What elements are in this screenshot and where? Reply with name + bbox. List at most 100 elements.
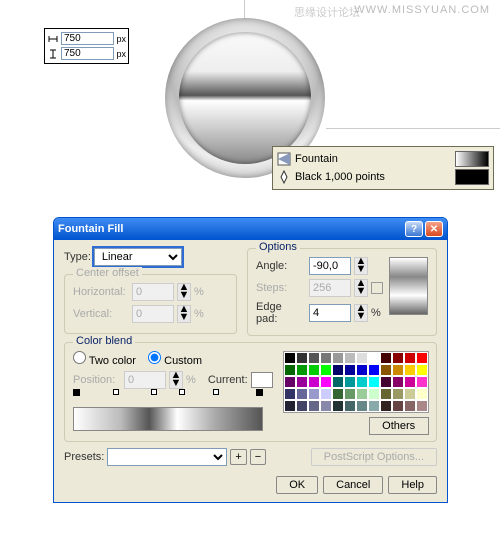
palette-swatch[interactable] — [404, 364, 416, 376]
object-info-tooltip: Fountain Black 1,000 points — [272, 146, 494, 190]
palette-swatch[interactable] — [356, 376, 368, 388]
height-unit: px — [116, 49, 126, 59]
palette-swatch[interactable] — [356, 388, 368, 400]
edgepad-spinner[interactable]: ▲▼ — [354, 304, 368, 322]
postscript-button: PostScript Options... — [311, 448, 437, 466]
palette-swatch[interactable] — [320, 400, 332, 412]
palette-swatch[interactable] — [296, 400, 308, 412]
palette-swatch[interactable] — [344, 364, 356, 376]
palette-swatch[interactable] — [380, 364, 392, 376]
palette-swatch[interactable] — [380, 352, 392, 364]
palette-swatch[interactable] — [404, 388, 416, 400]
dialog-titlebar[interactable]: Fountain Fill ? ✕ — [54, 218, 447, 240]
height-value: 750 — [61, 47, 114, 60]
gradient-preview — [389, 257, 428, 315]
palette-swatch[interactable] — [392, 388, 404, 400]
palette-swatch[interactable] — [368, 376, 380, 388]
palette-swatch[interactable] — [368, 352, 380, 364]
help-button[interactable]: ? — [405, 221, 423, 237]
twocolor-radio[interactable]: Two color — [73, 351, 136, 367]
palette-swatch[interactable] — [356, 352, 368, 364]
palette-swatch[interactable] — [320, 352, 332, 364]
height-icon — [47, 48, 59, 60]
palette-swatch[interactable] — [332, 364, 344, 376]
dimension-popup: 750 px 750 px — [44, 28, 129, 64]
watermark-cn: 思缘设计论坛 — [294, 4, 360, 20]
palette-swatch[interactable] — [296, 376, 308, 388]
palette-swatch[interactable] — [332, 352, 344, 364]
angle-input[interactable] — [309, 257, 351, 275]
palette-swatch[interactable] — [380, 376, 392, 388]
preset-remove-button[interactable]: − — [250, 449, 266, 465]
palette-swatch[interactable] — [308, 400, 320, 412]
gradient-editor[interactable] — [73, 407, 263, 431]
outline-text: Black 1,000 points — [295, 171, 451, 183]
palette-swatch[interactable] — [320, 376, 332, 388]
palette-swatch[interactable] — [416, 400, 428, 412]
palette-swatch[interactable] — [320, 364, 332, 376]
palette-swatch[interactable] — [332, 388, 344, 400]
edgepad-input[interactable] — [309, 304, 351, 322]
help-dialog-button[interactable]: Help — [388, 476, 437, 494]
custom-radio[interactable]: Custom — [148, 351, 202, 367]
metal-button-inner — [179, 32, 311, 164]
steps-spinner: ▲▼ — [354, 279, 368, 297]
palette-swatch[interactable] — [284, 388, 296, 400]
current-color-swatch[interactable] — [251, 372, 273, 388]
close-button[interactable]: ✕ — [425, 221, 443, 237]
palette-swatch[interactable] — [284, 400, 296, 412]
palette-swatch[interactable] — [296, 352, 308, 364]
presets-select[interactable] — [107, 448, 227, 466]
palette-swatch[interactable] — [308, 388, 320, 400]
pos-percent: % — [186, 374, 196, 386]
cancel-button[interactable]: Cancel — [323, 476, 383, 494]
palette-swatch[interactable] — [308, 352, 320, 364]
palette-swatch[interactable] — [344, 352, 356, 364]
palette-swatch[interactable] — [404, 352, 416, 364]
color-palette[interactable] — [283, 351, 429, 413]
lock-icon[interactable] — [371, 282, 383, 294]
width-icon — [47, 33, 59, 45]
palette-swatch[interactable] — [368, 388, 380, 400]
palette-swatch[interactable] — [344, 388, 356, 400]
palette-swatch[interactable] — [416, 376, 428, 388]
gradient-handles[interactable] — [73, 393, 263, 401]
palette-swatch[interactable] — [320, 388, 332, 400]
palette-swatch[interactable] — [284, 352, 296, 364]
palette-swatch[interactable] — [392, 400, 404, 412]
palette-swatch[interactable] — [296, 388, 308, 400]
palette-swatch[interactable] — [416, 388, 428, 400]
palette-swatch[interactable] — [404, 400, 416, 412]
palette-swatch[interactable] — [368, 364, 380, 376]
angle-spinner[interactable]: ▲▼ — [354, 257, 368, 275]
ok-button[interactable]: OK — [276, 476, 318, 494]
others-button[interactable]: Others — [369, 417, 429, 435]
palette-swatch[interactable] — [356, 364, 368, 376]
palette-swatch[interactable] — [416, 352, 428, 364]
palette-swatch[interactable] — [392, 364, 404, 376]
palette-swatch[interactable] — [392, 376, 404, 388]
preset-add-button[interactable]: + — [230, 449, 246, 465]
palette-swatch[interactable] — [344, 400, 356, 412]
palette-swatch[interactable] — [284, 364, 296, 376]
palette-swatch[interactable] — [344, 376, 356, 388]
width-value: 750 — [61, 32, 114, 45]
palette-swatch[interactable] — [332, 376, 344, 388]
steps-input — [309, 279, 351, 297]
palette-swatch[interactable] — [308, 364, 320, 376]
palette-swatch[interactable] — [296, 364, 308, 376]
palette-swatch[interactable] — [308, 376, 320, 388]
steps-label: Steps: — [256, 282, 306, 294]
palette-swatch[interactable] — [404, 376, 416, 388]
palette-swatch[interactable] — [356, 400, 368, 412]
type-select[interactable]: Linear — [94, 248, 182, 266]
palette-swatch[interactable] — [380, 400, 392, 412]
palette-swatch[interactable] — [416, 364, 428, 376]
palette-swatch[interactable] — [392, 352, 404, 364]
position-label: Position: — [73, 374, 121, 386]
palette-swatch[interactable] — [368, 400, 380, 412]
palette-swatch[interactable] — [332, 400, 344, 412]
colorblend-legend: Color blend — [73, 335, 135, 347]
palette-swatch[interactable] — [380, 388, 392, 400]
palette-swatch[interactable] — [284, 376, 296, 388]
